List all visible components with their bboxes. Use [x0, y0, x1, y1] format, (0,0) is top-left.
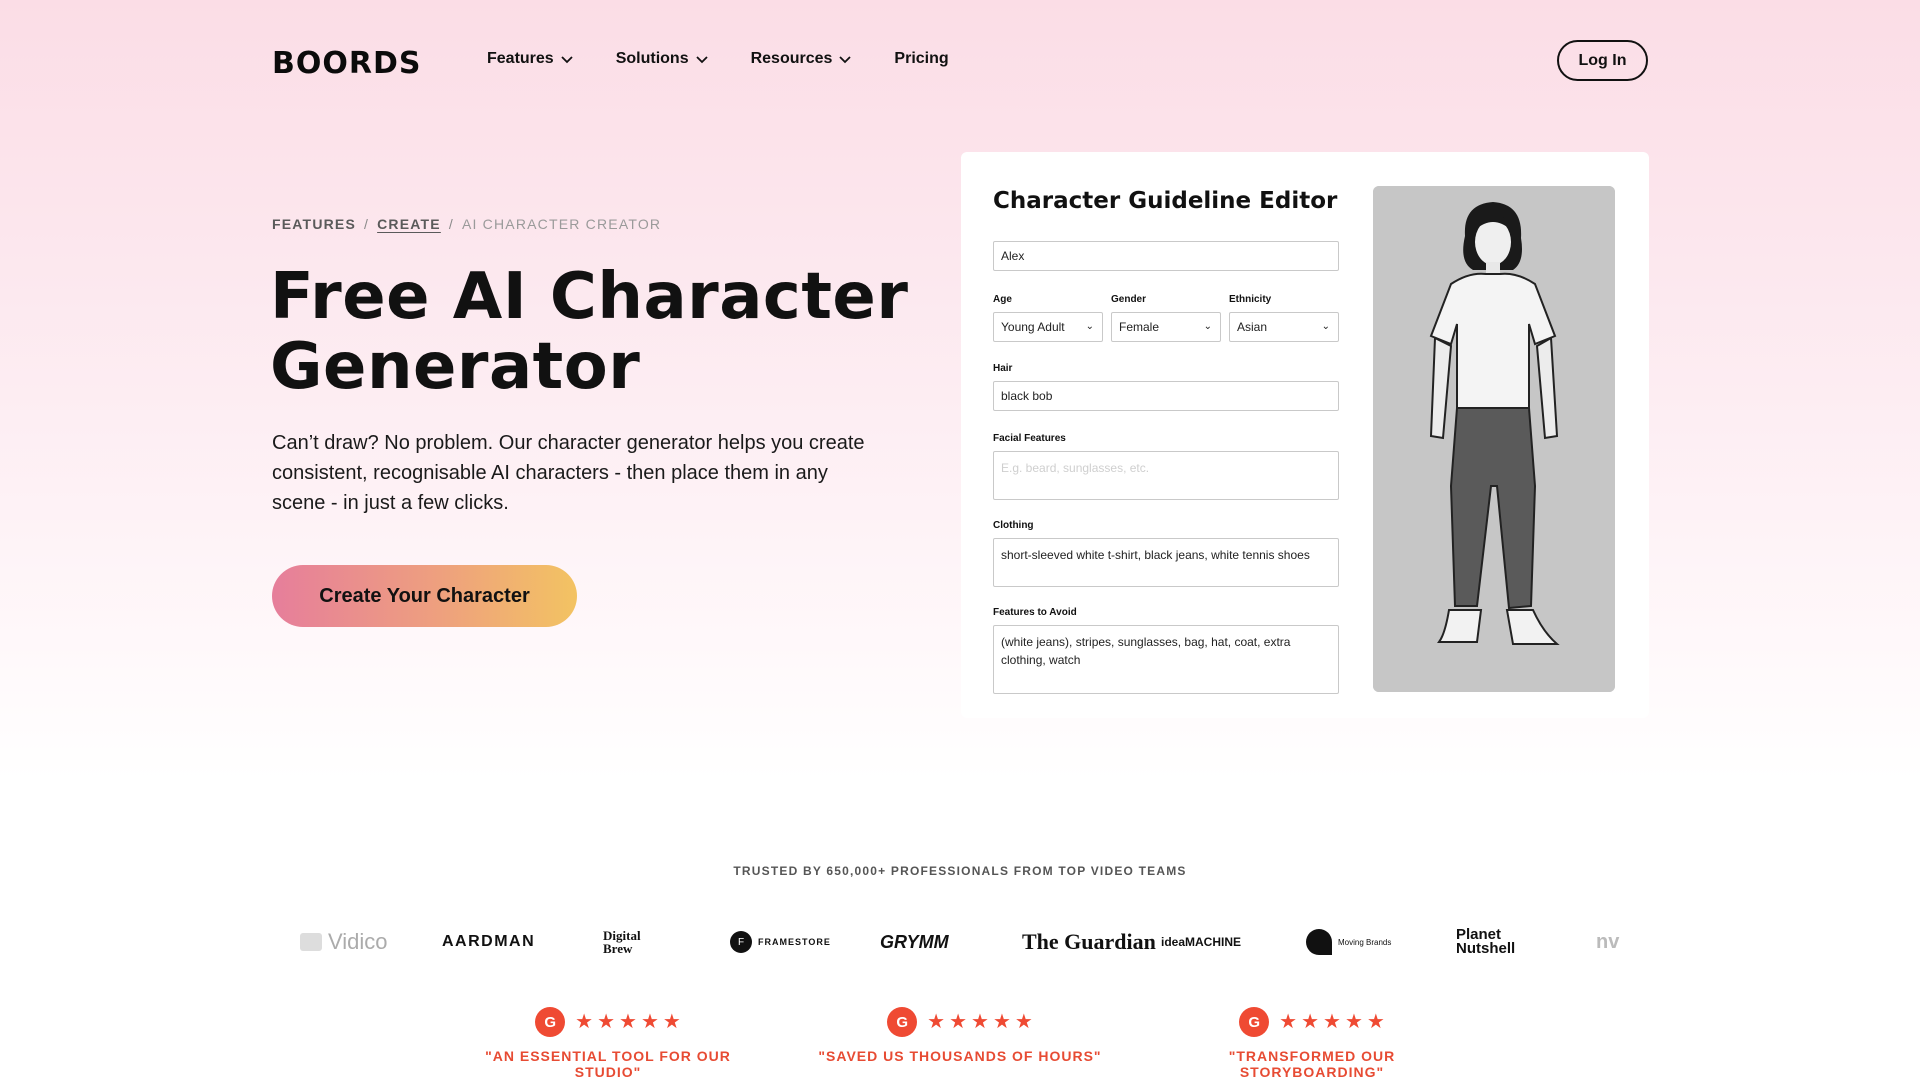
gender-label: Gender — [1111, 294, 1147, 305]
review-item: G ★ ★ ★ ★ ★ "AN ESSENTIAL TOOL FOR OUR S… — [458, 1006, 758, 1080]
moving-brands-icon — [1306, 929, 1332, 955]
star-icon: ★ — [1344, 1011, 1363, 1033]
character-illustration — [1373, 186, 1615, 692]
hair-label: Hair — [993, 363, 1013, 374]
breadcrumb-separator: / — [364, 216, 370, 232]
nav-links: Features Solutions Resources Pricing — [487, 50, 949, 68]
ethnicity-select-value: Asian — [1237, 320, 1268, 334]
star-icon: ★ — [640, 1011, 659, 1033]
reviews: G ★ ★ ★ ★ ★ "AN ESSENTIAL TOOL FOR OUR S… — [0, 1006, 1920, 1080]
review-quote: "SAVED US THOUSANDS OF HOURS" — [818, 1048, 1102, 1064]
hero-description: Can’t draw? No problem. Our character ge… — [272, 432, 865, 514]
age-select-value: Young Adult — [1001, 320, 1065, 334]
breadcrumb: FEATURES / CREATE / AI CHARACTER CREATOR — [272, 216, 661, 232]
review-quote: "TRANSFORMED OUR STORYBOARDING" — [1228, 1048, 1396, 1080]
breadcrumb-current: AI CHARACTER CREATOR — [461, 216, 662, 232]
star-icon: ★ — [1279, 1011, 1298, 1033]
page-title-line-2: Generator — [270, 330, 641, 404]
review-rating: G ★ ★ ★ ★ ★ — [1162, 1006, 1462, 1038]
star-icon: ★ — [1301, 1011, 1320, 1033]
star-icon: ★ — [992, 1011, 1011, 1033]
star-icon: ★ — [1323, 1011, 1341, 1033]
page-title-line-1: Free AI Character — [270, 260, 909, 334]
nav-resources-label: Resources — [750, 50, 833, 67]
trusted-by-heading: TRUSTED BY 650,000+ PROFESSIONALS FROM T… — [733, 864, 1187, 878]
hair-input[interactable] — [993, 381, 1339, 411]
clothing-label: Clothing — [993, 520, 1034, 531]
nav-solutions[interactable]: Solutions — [616, 50, 709, 68]
star-icon: ★ — [1366, 1011, 1385, 1033]
nav-pricing[interactable]: Pricing — [894, 50, 948, 68]
age-label: Age — [993, 294, 1012, 305]
login-button[interactable]: Log In — [1557, 40, 1648, 81]
logo-framestore: F FRAMESTORE — [730, 920, 831, 964]
review-rating: G ★ ★ ★ ★ ★ — [810, 1006, 1110, 1038]
client-logos: Vidico AARDMAN Digital Brew F FRAMESTORE… — [300, 920, 1646, 964]
chevron-down-icon: ⌄ — [1321, 321, 1330, 332]
breadcrumb-create[interactable]: CREATE — [377, 216, 441, 232]
g2-badge-icon: G — [1239, 1007, 1270, 1037]
features-to-avoid-label: Features to Avoid — [993, 607, 1077, 618]
features-to-avoid-input[interactable]: (white jeans), stripes, sunglasses, bag,… — [993, 625, 1339, 694]
chevron-down-icon — [561, 56, 573, 64]
chevron-down-icon — [839, 56, 852, 64]
logo-vidico-text: Vidico — [328, 929, 388, 954]
logo-planet-nutshell: Planet Nutshell — [1456, 926, 1516, 957]
editor-title: Character Guideline Editor — [993, 188, 1338, 214]
character-editor-card: Character Guideline Editor Age Gender Et… — [961, 152, 1649, 718]
create-character-button[interactable]: Create Your Character — [272, 565, 577, 627]
review-item: G ★ ★ ★ ★ ★ "TRANSFORMED OUR STORYBOARDI… — [1162, 1006, 1462, 1080]
g2-badge-icon: G — [887, 1007, 918, 1037]
play-icon — [300, 933, 322, 951]
nav-features-label: Features — [487, 50, 554, 67]
logo-aardman: AARDMAN — [442, 933, 536, 950]
ethnicity-label: Ethnicity — [1229, 294, 1272, 305]
logo-moving-brands: Moving Brands — [1306, 920, 1391, 964]
logo-grymm: GRYMM — [880, 931, 949, 952]
age-select[interactable]: Young Adult ⌄ — [993, 312, 1103, 342]
chevron-down-icon — [695, 56, 708, 64]
breadcrumb-features[interactable]: FEATURES — [272, 216, 356, 232]
star-icon: ★ — [1014, 1011, 1033, 1033]
review-quote: "AN ESSENTIAL TOOL FOR OUR STUDIO" — [485, 1048, 731, 1080]
chevron-down-icon: ⌄ — [1203, 321, 1212, 332]
character-name-input[interactable] — [993, 241, 1339, 271]
logo-digital-brew: Digital Brew — [603, 928, 641, 956]
review-rating: G ★ ★ ★ ★ ★ — [458, 1006, 758, 1038]
logo-nv: nv — [1596, 930, 1620, 953]
boords-logo[interactable]: BOORDS — [272, 46, 421, 81]
star-icon: ★ — [575, 1011, 594, 1033]
nav-resources[interactable]: Resources — [751, 50, 853, 68]
star-icon: ★ — [597, 1011, 616, 1033]
logo-vidico: Vidico — [300, 920, 388, 964]
star-icon: ★ — [971, 1011, 989, 1033]
page-title: Free AI Character Generator — [270, 262, 910, 402]
logo-guardian: The Guardian — [1022, 929, 1156, 954]
logo-moving-brands-text: Moving Brands — [1338, 937, 1392, 947]
framestore-icon: F — [730, 931, 752, 953]
star-icon: ★ — [949, 1011, 968, 1033]
gender-select-value: Female — [1119, 320, 1160, 334]
review-item: G ★ ★ ★ ★ ★ "SAVED US THOUSANDS OF HOURS… — [810, 1006, 1110, 1064]
nav-features[interactable]: Features — [487, 50, 574, 68]
breadcrumb-separator: / — [448, 216, 454, 232]
gender-select[interactable]: Female ⌄ — [1111, 312, 1221, 342]
facial-features-input[interactable] — [993, 451, 1339, 500]
facial-features-label: Facial Features — [993, 433, 1066, 444]
logo-ideamachine: ideaMACHINE — [1161, 935, 1242, 949]
nav-pricing-label: Pricing — [894, 50, 949, 67]
logo-framestore-text: FRAMESTORE — [758, 937, 831, 947]
star-icon: ★ — [662, 1011, 681, 1033]
star-icon: ★ — [619, 1011, 637, 1033]
g2-badge-icon: G — [535, 1007, 566, 1037]
character-portrait-image — [1373, 186, 1615, 692]
chevron-down-icon: ⌄ — [1085, 321, 1094, 332]
ethnicity-select[interactable]: Asian ⌄ — [1229, 312, 1339, 342]
clothing-input[interactable]: short-sleeved white t-shirt, black jeans… — [993, 538, 1339, 587]
star-icon: ★ — [927, 1011, 946, 1033]
nav-solutions-label: Solutions — [615, 50, 689, 67]
top-nav: BOORDS Features Solutions Resources Pric… — [272, 40, 1648, 81]
